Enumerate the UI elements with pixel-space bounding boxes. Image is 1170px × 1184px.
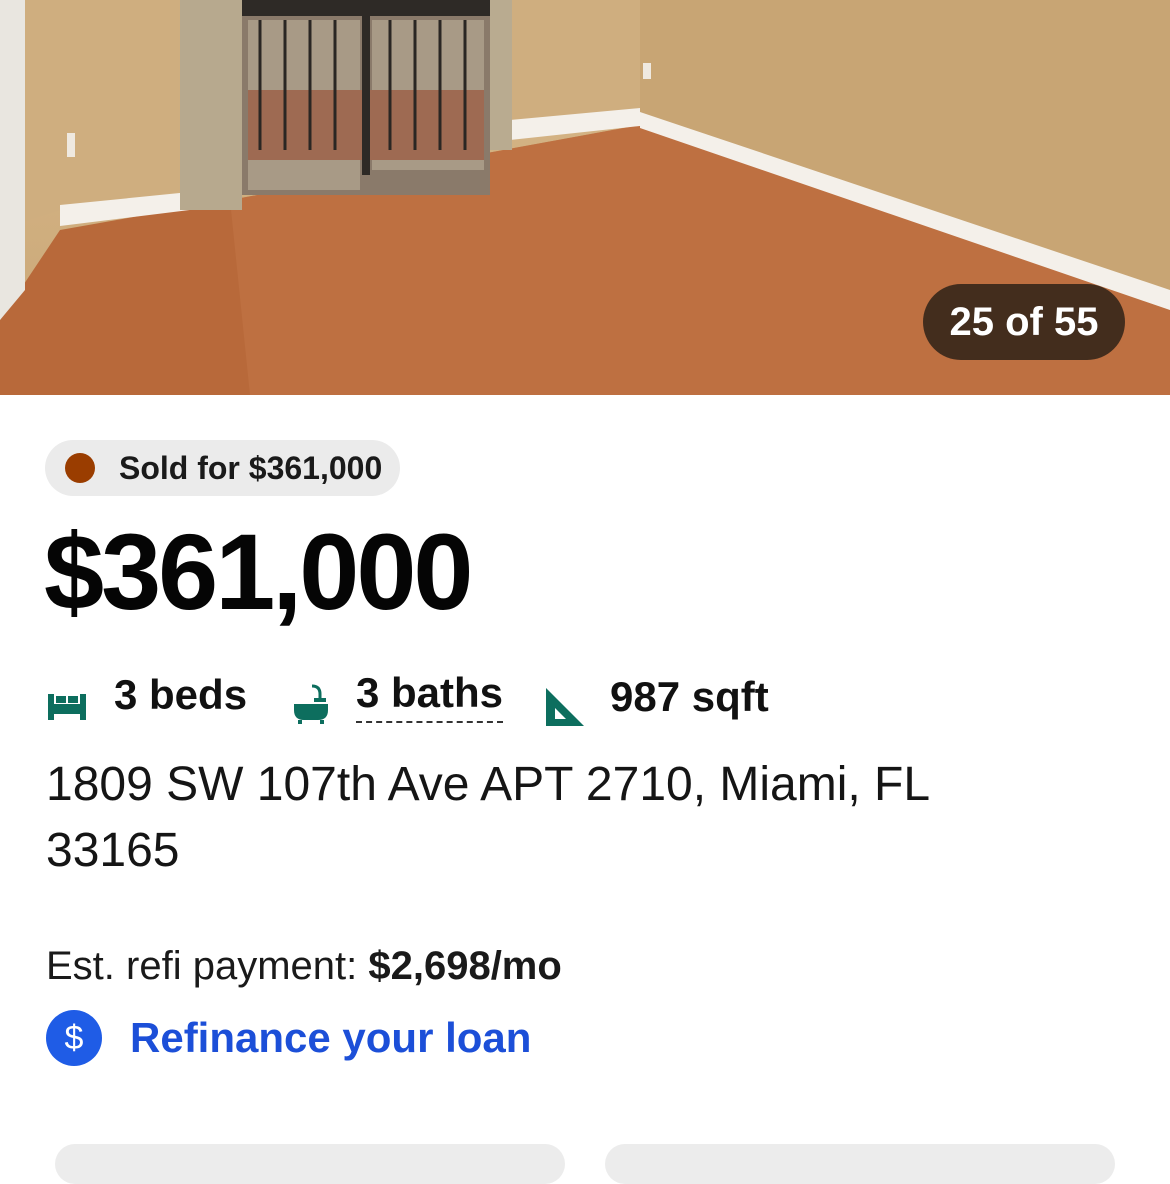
bottom-action-button-left[interactable] <box>55 1144 565 1184</box>
status-label: Sold for $361,000 <box>119 449 383 486</box>
bottom-action-button-right[interactable] <box>605 1144 1115 1184</box>
sold-status-badge: Sold for $361,000 <box>45 440 401 496</box>
area-ruler-icon <box>546 688 584 726</box>
listing-photo[interactable]: 25 of 55 <box>0 0 1170 395</box>
est-refi-payment: Est. refi payment: $2,698/mo <box>46 938 562 994</box>
bed-icon <box>48 694 86 720</box>
baths-text[interactable]: 3 baths <box>356 667 504 723</box>
refinance-link[interactable]: $ Refinance your loan <box>46 1010 531 1066</box>
status-dot-icon <box>65 453 95 483</box>
photo-counter: 25 of 55 <box>923 284 1125 360</box>
payment-label: Est. refi payment: <box>46 944 369 988</box>
beds-text: 3 beds <box>114 671 248 718</box>
baths-stat[interactable]: 3 baths <box>290 666 504 724</box>
listing-address: 1809 SW 107th Ave APT 2710, Miami, FL 33… <box>46 758 929 877</box>
payment-amount: $2,698/mo <box>368 944 562 988</box>
bathtub-icon <box>294 684 328 724</box>
dollar-icon: $ <box>46 1010 102 1066</box>
listing-price: $361,000 <box>44 511 473 632</box>
beds-stat: 3 beds <box>46 666 247 724</box>
sqft-stat: 987 sqft <box>544 666 769 728</box>
refinance-link-label[interactable]: Refinance your loan <box>130 1014 531 1062</box>
listing-stats: 3 beds 3 baths 987 sqft <box>46 666 1146 726</box>
sqft-text: 987 sqft <box>610 673 769 720</box>
